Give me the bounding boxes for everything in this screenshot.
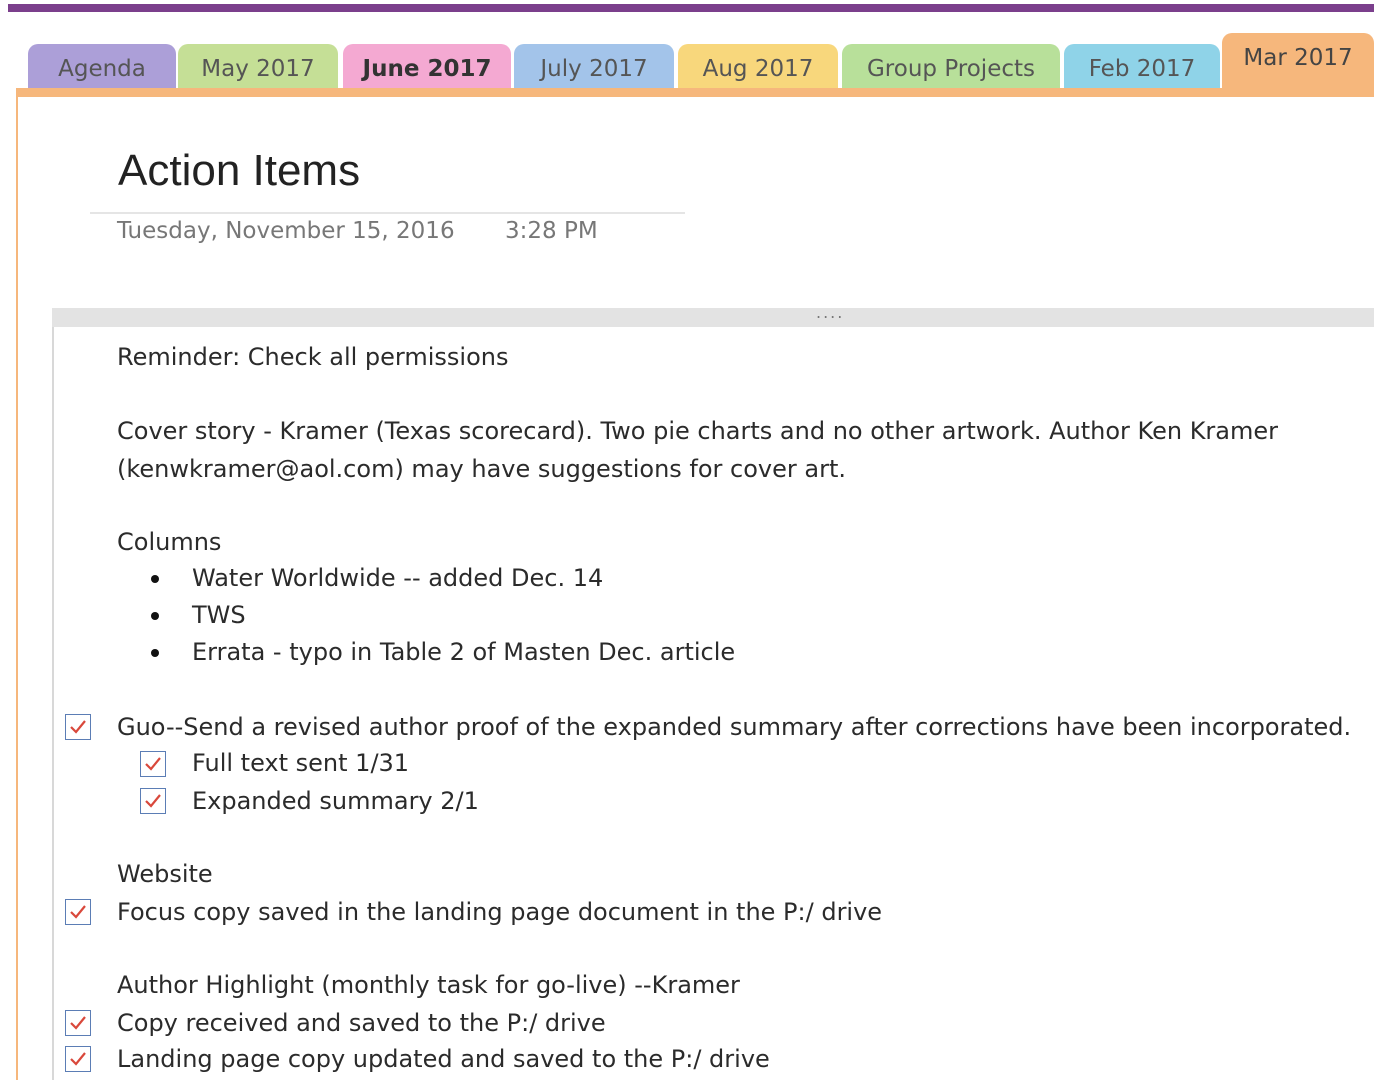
author-task-text[interactable]: Copy received and saved to the P:/ drive — [117, 1008, 606, 1038]
tab-label: July 2017 — [540, 56, 648, 82]
guo-task-text[interactable]: Guo--Send a revised author proof of the … — [117, 712, 1351, 742]
tab-label: Group Projects — [866, 56, 1035, 82]
note-container-header[interactable] — [52, 308, 1374, 327]
tab-group-projects[interactable]: Group Projects — [842, 44, 1060, 92]
tab-may-2017[interactable]: May 2017 — [178, 44, 338, 92]
container-move-handle[interactable]: .... — [816, 303, 844, 322]
check-icon — [145, 757, 161, 771]
page-title[interactable]: Action Items — [118, 146, 360, 196]
columns-heading[interactable]: Columns — [117, 527, 221, 557]
notebook-color-bar — [8, 4, 1374, 12]
list-item[interactable]: TWS — [192, 600, 246, 630]
bullet-icon — [151, 649, 159, 657]
subtask-text[interactable]: Expanded summary 2/1 — [192, 786, 479, 816]
tab-label: Agenda — [58, 56, 146, 82]
tab-label: Aug 2017 — [702, 56, 814, 82]
check-icon — [70, 905, 86, 919]
list-item[interactable]: Water Worldwide -- added Dec. 14 — [192, 563, 603, 593]
todo-checkbox[interactable] — [65, 1010, 91, 1036]
tab-label: May 2017 — [201, 56, 315, 82]
check-icon — [70, 720, 86, 734]
cover-story-line-2[interactable]: (kenwkramer@aol.com) may have suggestion… — [117, 454, 846, 484]
tab-label: Feb 2017 — [1088, 56, 1196, 82]
title-divider — [90, 212, 685, 214]
bullet-icon — [151, 612, 159, 620]
subtask-text[interactable]: Full text sent 1/31 — [192, 748, 409, 778]
list-item[interactable]: Errata - typo in Table 2 of Masten Dec. … — [192, 637, 735, 667]
reminder-text[interactable]: Reminder: Check all permissions — [117, 342, 508, 372]
todo-checkbox[interactable] — [65, 714, 91, 740]
todo-checkbox[interactable] — [140, 788, 166, 814]
todo-checkbox[interactable] — [65, 1046, 91, 1072]
tab-july-2017[interactable]: July 2017 — [514, 44, 674, 92]
active-section-bar — [16, 88, 1374, 97]
check-icon — [70, 1016, 86, 1030]
page-border — [16, 88, 18, 1080]
tab-label: Mar 2017 — [1243, 45, 1353, 71]
author-highlight-heading[interactable]: Author Highlight (monthly task for go-li… — [117, 970, 740, 1000]
website-heading[interactable]: Website — [117, 859, 213, 889]
tab-june-2017[interactable]: June 2017 — [343, 44, 511, 92]
check-icon — [145, 794, 161, 808]
website-task-text[interactable]: Focus copy saved in the landing page doc… — [117, 897, 882, 927]
todo-checkbox[interactable] — [65, 899, 91, 925]
page-time: 3:28 PM — [505, 218, 598, 244]
bullet-icon — [151, 575, 159, 583]
cover-story-line-1[interactable]: Cover story - Kramer (Texas scorecard). … — [117, 416, 1278, 446]
todo-checkbox[interactable] — [140, 751, 166, 777]
check-icon — [70, 1052, 86, 1066]
tab-aug-2017[interactable]: Aug 2017 — [678, 44, 838, 92]
tab-label: June 2017 — [362, 56, 492, 82]
page-date: Tuesday, November 15, 2016 — [117, 218, 455, 244]
tab-feb-2017[interactable]: Feb 2017 — [1064, 44, 1220, 92]
tab-agenda[interactable]: Agenda — [28, 44, 176, 92]
author-task-text[interactable]: Landing page copy updated and saved to t… — [117, 1044, 770, 1074]
